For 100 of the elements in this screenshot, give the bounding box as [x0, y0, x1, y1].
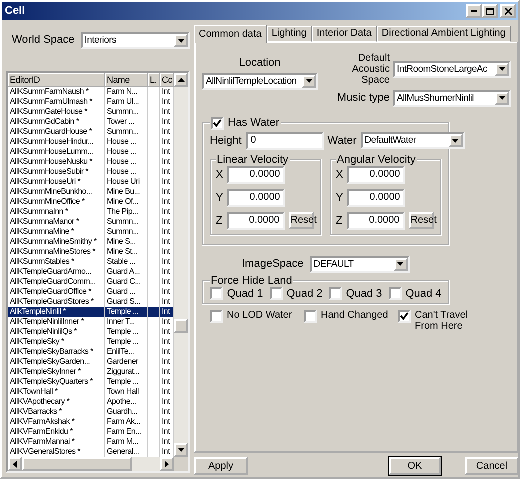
list-row[interactable]: AllKSummGuardHouse * Summn... Int [8, 127, 174, 137]
flag-label: Hand Changed [321, 310, 388, 322]
checkbox[interactable] [329, 287, 342, 300]
vertical-scrollbar[interactable] [174, 73, 188, 457]
world-space-label: World Space [12, 34, 75, 47]
axis-label: Y [336, 192, 344, 204]
column-header[interactable]: EditorID [8, 73, 105, 87]
list-row[interactable]: AllKSummnaMine * Summn... Int [8, 227, 174, 237]
cancel-button[interactable]: Cancel [465, 457, 518, 476]
tab[interactable]: Directional Ambient Lighting [376, 26, 511, 42]
checkbox[interactable] [270, 287, 283, 300]
list-row[interactable]: AllKSummnaMineSmithy * Mine S... Int [8, 237, 174, 247]
scroll-down-button[interactable] [174, 443, 188, 457]
velocity-field[interactable]: 0.0000 [347, 188, 406, 207]
list-row[interactable]: AllKVFarmEnkidu * Farm En... Int [8, 427, 174, 437]
checkbox[interactable] [398, 310, 411, 324]
list-row[interactable]: AllKSummMineOffice * Mine Of... Int [8, 197, 174, 207]
list-row[interactable]: AllKSummnaManor * Summn... Int [8, 217, 174, 227]
list-row[interactable]: AllKTempleGuardArmo... Guard A... Int [8, 267, 174, 277]
list-row[interactable]: AllkTempleNinlil * Temple ... Int [8, 307, 174, 317]
dropdown[interactable]: AllNinlilTempleLocation [202, 72, 318, 90]
velocity-field[interactable]: 0.0000 [347, 166, 406, 184]
apply-button[interactable]: Apply [194, 457, 248, 476]
list-row[interactable]: AllKTempleSkyGarden... Gardener Int [8, 357, 174, 367]
window-title: Cell [5, 5, 26, 17]
close-button[interactable] [500, 4, 516, 18]
dropdown[interactable]: DEFAULT [310, 256, 410, 273]
velocity-group-title: Angular Velocity [337, 154, 416, 166]
list-row[interactable]: AllKSummGateHouse * Summn... Int [8, 107, 174, 117]
column-header[interactable]: Name [105, 73, 148, 87]
list-row[interactable]: AllKVFarmAkshak * Farm Ak... Int [8, 417, 174, 427]
velocity-field[interactable]: 0.0000 [227, 188, 286, 207]
location-label: Location [239, 56, 281, 69]
list-row[interactable]: AllKSummHouseSubir * House ... Int [8, 167, 174, 177]
list-row[interactable]: AllKSummFarmUlmash * Farm Ul... Int [8, 97, 174, 107]
music-type-label: Music type [337, 92, 390, 104]
scroll-up-button[interactable] [174, 73, 188, 87]
list-row[interactable]: AllKTempleNinlilQs * Temple ... Int [8, 327, 174, 337]
dropdown-arrow-icon [397, 262, 404, 266]
list-row[interactable]: AllKTempleSky * Temple ... Int [8, 337, 174, 347]
list-row[interactable]: AllKVFarmMannai * Farm M... Int [8, 437, 174, 447]
axis-label: X [336, 168, 344, 182]
horizontal-scrollbar[interactable] [8, 457, 188, 471]
checkbox[interactable] [210, 310, 223, 324]
list-row[interactable]: AllKSummHouseUri * House Uri Int [8, 177, 174, 187]
flag-label: Can't Travel From Here [415, 310, 470, 332]
scroll-right-button[interactable] [160, 457, 174, 471]
force-hide-land-title: Force Hide Land [211, 274, 292, 288]
ok-button[interactable]: OK [389, 457, 441, 476]
velocity-field[interactable]: 0.0000 [226, 212, 285, 230]
list-row[interactable]: AllKTempleSkyBarracks * EnlilTe... Int [8, 347, 174, 357]
checkbox[interactable] [211, 116, 224, 130]
checkbox[interactable] [304, 310, 317, 324]
scroll-down-icon [178, 448, 184, 452]
list-row[interactable]: AllKVBarracks * Guardh... Int [8, 407, 174, 417]
axis-label: X [216, 168, 224, 182]
quad-label: Quad 3 [346, 288, 382, 300]
list-row[interactable]: AllKSummHouseNusku * House ... Int [8, 157, 174, 167]
tab[interactable]: Common data [194, 24, 267, 43]
list-row[interactable]: AllKSummGdCabin * Tower ... Int [8, 117, 174, 127]
checkbox[interactable] [388, 287, 402, 300]
list-row[interactable]: AllKSummMineBunkho... Mine Bu... Int [8, 187, 174, 197]
list-row[interactable]: AllKTempleNinlilInner * Inner T... Int [8, 317, 174, 327]
list-row[interactable]: AllKTempleSkyInner * Ziggurat... Int [8, 367, 174, 377]
dropdown[interactable]: IntRoomStoneLargeAc [393, 60, 511, 78]
list-row[interactable]: AllKTownHall * Town Hall Int [8, 387, 174, 397]
dropdown[interactable]: AllMusShumerNinlil [393, 90, 511, 107]
list-row[interactable]: AllKSummFarmNaush * Farm N... Int [8, 87, 174, 97]
list-row[interactable]: AllKVGeneralStores * General... Int [8, 447, 174, 457]
quad-label: Quad 2 [286, 288, 323, 300]
list-row[interactable]: AllKSummnaInn * The Pip... Int [8, 207, 174, 217]
axis-label: Z [216, 214, 223, 228]
scroll-left-button[interactable] [8, 457, 22, 471]
velocity-field[interactable]: 0.0000 [346, 212, 405, 230]
column-header[interactable]: Cc [160, 73, 174, 87]
list-row[interactable]: AllKTempleGuardComm... Guard C... Int [8, 277, 174, 287]
list-row[interactable]: AllKTempleGuardStores * Guard S... Int [8, 297, 174, 307]
list-row[interactable]: AllKSummHouseHindur... House ... Int [8, 137, 174, 147]
scroll-thumb[interactable] [22, 457, 132, 471]
minimize-button[interactable] [466, 4, 482, 18]
list-row[interactable]: AllKSummnaMineStores * Mine St... Int [8, 247, 174, 257]
list-row[interactable]: AllKTempleGuardOffice * Guard ... Int [8, 287, 174, 297]
image-space-label: ImageSpace [242, 258, 304, 271]
dropdown[interactable]: Interiors [80, 32, 190, 49]
tab[interactable]: Lighting [266, 26, 312, 42]
list-row[interactable]: AllKVApothecary * Apothe... Int [8, 397, 174, 407]
height-field[interactable]: 0 [246, 132, 324, 150]
dropdown[interactable]: DefaultWater [360, 132, 465, 150]
minimize-icon [471, 10, 477, 12]
water-label: Water [328, 134, 357, 147]
tab[interactable]: Interior Data [312, 26, 377, 42]
scroll-thumb[interactable] [174, 319, 188, 333]
quad-label: Quad 4 [406, 288, 442, 300]
checkbox[interactable] [210, 287, 224, 300]
maximize-button[interactable] [482, 4, 498, 18]
list-row[interactable]: AllKSummHouseLumm... House ... Int [8, 147, 174, 157]
column-header[interactable]: L. [148, 73, 160, 87]
velocity-field[interactable]: 0.0000 [227, 166, 286, 184]
list-row[interactable]: AllKTempleSkyQuarters * Temple ... Int [8, 377, 174, 387]
list-row[interactable]: AllKSummStables * Stable ... Int [8, 257, 174, 267]
